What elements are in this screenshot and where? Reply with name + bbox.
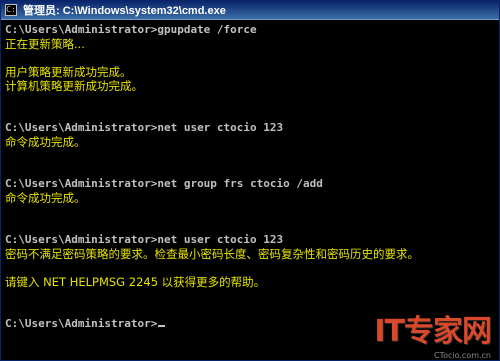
- console-output-line: 密码不满足密码策略的要求。检查最小密码长度、密码复杂性和密码历史的要求。: [5, 247, 419, 261]
- prompt-text: C:\Users\Administrator>: [5, 317, 158, 330]
- console-output-line: 用户策略更新成功完成。: [5, 65, 132, 79]
- console-output-line: 请键入 NET HELPMSG 2245 以获得更多的帮助。: [5, 275, 266, 289]
- command-text: net user ctocio 123: [157, 121, 284, 134]
- console-prompt-line: C:\Users\Administrator>net group frs cto…: [5, 177, 497, 191]
- watermark-logo: IT专家网 CTocio.com.cn: [374, 306, 492, 360]
- console-output-line: 命令成功完成。: [5, 191, 86, 205]
- watermark-logo-text: IT专家网: [374, 314, 492, 349]
- command-text: gpupdate /force: [157, 23, 257, 36]
- console-output-line: 命令成功完成。: [5, 135, 86, 149]
- command-text: net group frs ctocio /add: [157, 177, 323, 190]
- console-output-line: 计算机策略更新成功完成。: [5, 79, 143, 93]
- prompt-text: C:\Users\Administrator>: [5, 121, 158, 134]
- title-bar[interactable]: C: 管理员: C:\Windows\system32\cmd.exe: [1, 1, 499, 20]
- console-icon[interactable]: C:: [5, 4, 17, 16]
- command-text: net user ctocio 123: [157, 233, 284, 246]
- console-prompt-line: C:\Users\Administrator>net user ctocio 1…: [5, 233, 497, 247]
- console-prompt-line: C:\Users\Administrator>gpupdate /force: [5, 23, 497, 37]
- console-output-line: 正在更新策略...: [5, 37, 85, 51]
- watermark-sub-text: CTocio.com.cn: [433, 351, 491, 360]
- window-title: 管理员: C:\Windows\system32\cmd.exe: [23, 5, 226, 17]
- console-prompt-line: C:\Users\Administrator>net user ctocio 1…: [5, 121, 497, 135]
- prompt-text: C:\Users\Administrator>: [5, 177, 158, 190]
- text-cursor: [158, 325, 166, 327]
- prompt-text: C:\Users\Administrator>: [5, 23, 158, 36]
- cmd-window: C: 管理员: C:\Windows\system32\cmd.exe C:\U…: [0, 0, 500, 361]
- prompt-text: C:\Users\Administrator>: [5, 233, 158, 246]
